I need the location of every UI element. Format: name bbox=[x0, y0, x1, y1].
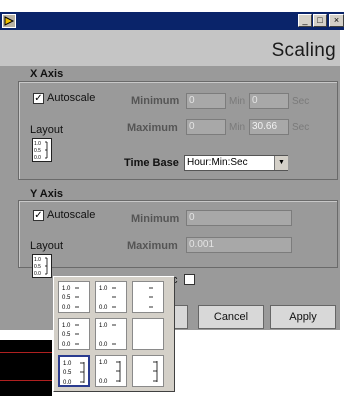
x-minimum-seconds-field[interactable]: 0 bbox=[249, 93, 289, 109]
layout-option-tick-label: 1.0 bbox=[62, 323, 71, 329]
apply-button[interactable]: Apply bbox=[270, 305, 336, 329]
layout-option-8[interactable]: 1.0 0.0 bbox=[95, 355, 127, 387]
layout-option-graphic: 1.0 0.5 0.0 bbox=[63, 361, 85, 386]
layout-option-tick-label: 1.0 bbox=[63, 361, 72, 367]
x-minimum-label: Minimum bbox=[131, 95, 180, 107]
x-layout-label: Layout bbox=[30, 124, 64, 136]
y-maximum-field[interactable]: 0.001 bbox=[186, 237, 292, 253]
timebase-select[interactable]: Hour:Min:Sec bbox=[184, 155, 288, 171]
layout-option-tick-label: 0.0 bbox=[99, 379, 108, 385]
layout-option-graphic bbox=[149, 287, 153, 308]
layout-option-tick-label: 1.0 bbox=[99, 323, 108, 329]
chevron-down-icon[interactable]: ▼ bbox=[274, 156, 288, 170]
x-maximum-field[interactable]: 0 bbox=[186, 119, 226, 135]
window-titlebar[interactable] bbox=[0, 12, 344, 30]
x-axis-header: X Axis bbox=[30, 68, 64, 80]
x-minimum-sec-unit: Sec bbox=[292, 96, 310, 107]
layout-option-graphic: 1.0 0.5 0.0 bbox=[62, 286, 79, 311]
y-layout-label: Layout bbox=[30, 240, 64, 252]
layout-option-graphic bbox=[133, 319, 163, 349]
layout-option-tick-label: 1.0 bbox=[62, 286, 71, 292]
layout-option-7[interactable]: 1.0 0.5 0.0 bbox=[58, 355, 90, 387]
x-minimum-field[interactable]: 0 bbox=[186, 93, 226, 109]
x-maximum-min-unit: Min bbox=[229, 122, 246, 133]
maximize-button[interactable]: □ bbox=[313, 14, 327, 27]
y-axis-header: Y Axis bbox=[30, 188, 64, 200]
layout-option-tick-label: 1.0 bbox=[99, 360, 108, 366]
x-minimum-min-unit: Min bbox=[229, 96, 246, 107]
layout-option-6[interactable] bbox=[132, 318, 164, 350]
x-maximum-seconds-field[interactable]: 30.66 bbox=[249, 119, 289, 135]
cancel-button[interactable]: Cancel bbox=[198, 305, 264, 329]
x-maximum-sec-unit: Sec bbox=[292, 122, 310, 133]
layout-option-tick-label: 0.0 bbox=[62, 342, 71, 348]
y-minimum-label: Minimum bbox=[131, 213, 180, 225]
x-layout-tick-top: 1.0 bbox=[34, 141, 41, 147]
layout-option-2[interactable]: 1.0 0.0 bbox=[95, 281, 127, 313]
y-layout-tick-bot: 0.0 bbox=[34, 271, 41, 277]
y-layout-tick-mid: 0.5 bbox=[34, 264, 41, 270]
dialog-title: Scaling bbox=[271, 40, 336, 61]
y-maximum-label: Maximum bbox=[127, 240, 178, 252]
minimize-button[interactable]: _ bbox=[298, 14, 312, 27]
app-icon bbox=[2, 14, 16, 28]
x-layout-icon[interactable]: 1.0 0.5 0.0 bbox=[32, 138, 52, 162]
y-layout-icon[interactable]: 1.0 0.5 0.0 bbox=[32, 254, 52, 278]
layout-option-graphic bbox=[153, 361, 158, 382]
layout-option-tick-label: 0.0 bbox=[62, 305, 71, 311]
layout-option-graphic: 1.0 0.5 0.0 bbox=[62, 323, 79, 348]
layout-option-5[interactable]: 1.0 0.0 bbox=[95, 318, 127, 350]
layout-option-graphic: 1.0 0.0 bbox=[99, 286, 116, 311]
x-maximum-label: Maximum bbox=[127, 122, 178, 134]
x-autoscale-checkbox[interactable]: ✓ bbox=[33, 93, 44, 104]
x-timebase-label: Time Base bbox=[124, 157, 179, 169]
layout-option-tick-label: 0.0 bbox=[99, 305, 108, 311]
y-option-checkbox[interactable] bbox=[184, 274, 195, 285]
y-minimum-field[interactable]: 0 bbox=[186, 210, 292, 226]
layout-option-1[interactable]: 1.0 0.5 0.0 bbox=[58, 281, 90, 313]
x-autoscale-label: Autoscale bbox=[47, 92, 96, 104]
layout-option-tick-label: 0.5 bbox=[63, 370, 72, 376]
layout-option-tick-label: 0.5 bbox=[62, 332, 71, 338]
layout-option-tick-label: 0.0 bbox=[99, 342, 108, 348]
layout-option-tick-label: 1.0 bbox=[99, 286, 108, 292]
y-autoscale-label: Autoscale bbox=[47, 209, 96, 221]
layout-option-9[interactable] bbox=[132, 355, 164, 387]
y-autoscale-checkbox[interactable]: ✓ bbox=[33, 210, 44, 221]
layout-option-3[interactable] bbox=[132, 281, 164, 313]
dark-region bbox=[0, 340, 52, 396]
x-layout-tick-bot: 0.0 bbox=[34, 155, 41, 161]
close-button[interactable]: × bbox=[329, 14, 344, 27]
x-layout-tick-mid: 0.5 bbox=[34, 148, 41, 154]
layout-option-graphic: 1.0 0.0 bbox=[99, 323, 116, 348]
layout-option-tick-label: 0.0 bbox=[63, 380, 72, 386]
red-line bbox=[0, 380, 52, 381]
layout-option-tick-label: 0.5 bbox=[62, 295, 71, 301]
red-line bbox=[0, 352, 52, 353]
layout-option-4[interactable]: 1.0 0.5 0.0 bbox=[58, 318, 90, 350]
y-layout-tick-top: 1.0 bbox=[34, 257, 41, 263]
layout-option-graphic: 1.0 0.0 bbox=[99, 360, 121, 385]
